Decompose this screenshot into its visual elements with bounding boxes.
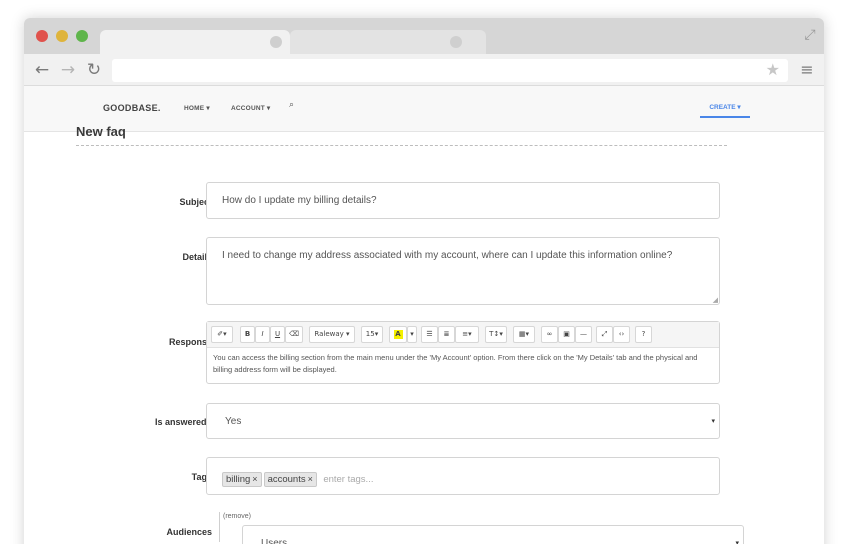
bold-icon[interactable]: B (240, 326, 255, 343)
subject-label: Subject (179, 197, 212, 207)
remove-audience-link[interactable]: (remove) (223, 513, 251, 520)
page-title: New faq (76, 124, 126, 139)
select-caret-icon: ▾ (735, 540, 739, 544)
audiences-label: Audiences (166, 527, 212, 537)
title-divider (76, 145, 727, 146)
unordered-list-icon[interactable]: ☰ (421, 326, 438, 343)
caret-down-icon: ▾ (266, 105, 271, 112)
response-value: You can access the billing section from … (213, 353, 698, 374)
audiences-value: Users (261, 538, 288, 544)
star-icon[interactable]: ★ (766, 60, 780, 79)
browser-tab-inactive[interactable] (290, 30, 486, 54)
brand-logo[interactable]: GOODBASE. (103, 103, 161, 113)
search-icon[interactable]: ⌕ (289, 100, 294, 110)
tags-input[interactable]: billing × accounts × enter tags... (206, 457, 720, 495)
nav-account-label: ACCOUNT (231, 105, 265, 112)
tab-close-icon[interactable] (270, 36, 282, 48)
paragraph-align-icon[interactable]: ≡▾ (455, 326, 479, 343)
subject-field[interactable]: How do I update my billing details? (206, 182, 720, 219)
nav-create[interactable]: CREATE ▾ (700, 98, 750, 118)
maximize-window-icon[interactable] (76, 30, 88, 42)
details-label: Details (182, 252, 212, 262)
table-icon[interactable]: ▦▾ (513, 326, 535, 343)
font-family-dropdown[interactable]: Raleway ▾ (309, 326, 355, 343)
remove-tag-icon[interactable]: × (252, 474, 257, 484)
tag-chip: billing × (222, 472, 262, 487)
expand-icon[interactable]: ⤢ (802, 26, 818, 42)
link-icon[interactable]: ∞ (541, 326, 558, 343)
close-window-icon[interactable] (36, 30, 48, 42)
nav-home-label: HOME (184, 105, 205, 112)
tags-label: Tags (191, 472, 212, 482)
hamburger-menu-icon[interactable]: ≡ (798, 60, 816, 80)
underline-icon[interactable]: U (270, 326, 285, 343)
nav-home[interactable]: HOME ▾ (184, 104, 210, 112)
tag-entry-placeholder[interactable]: enter tags... (323, 473, 373, 486)
is-answered-value: Yes (225, 416, 242, 427)
tag-label: billing (226, 474, 251, 485)
horizontal-rule-icon[interactable]: — (575, 326, 592, 343)
resize-handle-icon[interactable]: ◢ (713, 296, 718, 304)
highlight-color-dropdown-icon[interactable]: ▾ (407, 326, 417, 343)
caret-down-icon: ▾ (737, 104, 741, 111)
minimize-window-icon[interactable] (56, 30, 68, 42)
font-family-value: Raleway (314, 330, 344, 338)
tab-close-icon[interactable] (450, 36, 462, 48)
nav-create-label: CREATE (709, 104, 736, 111)
caret-down-icon: ▾ (206, 105, 210, 112)
eraser-icon[interactable]: ⌫ (285, 326, 303, 343)
line-height-icon[interactable]: T↕▾ (485, 326, 507, 343)
browser-tab-active[interactable] (100, 30, 290, 54)
audiences-select[interactable]: Users ▾ (242, 525, 744, 544)
reload-icon[interactable]: ↻ (84, 60, 104, 80)
browser-toolbar: ← → ↻ ★ ≡ (24, 54, 824, 86)
font-size-dropdown[interactable]: 15▾ (361, 326, 383, 343)
ordered-list-icon[interactable]: ≣ (438, 326, 455, 343)
style-dropdown-icon[interactable]: ✐▾ (211, 326, 233, 343)
remove-tag-icon[interactable]: × (308, 474, 313, 484)
help-icon[interactable]: ? (635, 326, 652, 343)
font-size-value: 15 (365, 330, 375, 338)
nav-account[interactable]: ACCOUNT ▾ (231, 104, 270, 112)
response-editor[interactable]: ✐▾ B I U ⌫ Raleway ▾ 15▾ A ▾ ☰ ≣ ≡▾ T↕▾ … (206, 321, 720, 384)
details-textarea[interactable]: I need to change my address associated w… (206, 237, 720, 305)
picture-icon[interactable]: ▣ (558, 326, 575, 343)
subject-value: How do I update my billing details? (222, 195, 377, 206)
highlight-color-icon[interactable]: A (389, 326, 407, 343)
audience-group-bar (219, 512, 220, 542)
is-answered-select[interactable]: Yes ▾ (206, 403, 720, 439)
tag-label: accounts (267, 474, 306, 485)
select-caret-icon: ▾ (711, 418, 715, 425)
response-label: Response (168, 337, 212, 347)
site-navbar: GOODBASE. HOME ▾ ACCOUNT ▾ ⌕ CREATE ▾ (24, 86, 824, 132)
code-view-icon[interactable]: ‹› (613, 326, 630, 343)
fullscreen-icon[interactable]: ⤢ (596, 326, 613, 343)
arrow-left-icon[interactable]: ← (32, 60, 52, 80)
browser-titlebar: ⤢ (24, 18, 824, 54)
details-value: I need to change my address associated w… (222, 250, 673, 261)
tag-chip: accounts × (263, 472, 317, 487)
is-answered-label: Is answered? (154, 417, 212, 427)
arrow-right-icon[interactable]: → (58, 60, 78, 80)
italic-icon[interactable]: I (255, 326, 270, 343)
editor-toolbar: ✐▾ B I U ⌫ Raleway ▾ 15▾ A ▾ ☰ ≣ ≡▾ T↕▾ … (207, 322, 719, 348)
address-bar[interactable]: ★ (112, 59, 788, 82)
